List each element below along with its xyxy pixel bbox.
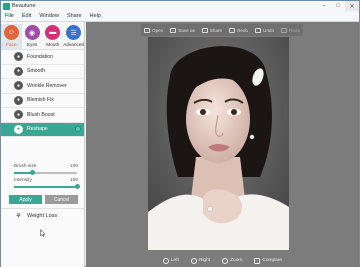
share-icon (201, 27, 208, 33)
close-icon[interactable]: ✕ (345, 1, 359, 11)
app-logo-icon (3, 2, 10, 10)
top-toolbar: Open Save as Share Redo Undo Redo (141, 24, 303, 36)
zoom-icon (222, 257, 229, 264)
zoom-button[interactable]: Zoom (222, 257, 243, 264)
brush-size-thumb[interactable] (30, 170, 36, 175)
tab-mouth[interactable]: ▬ Mouth (42, 24, 63, 50)
rotate-right-button[interactable]: Right (190, 257, 211, 264)
app-window: Beautune – □ ✕ File Edit Window Share He… (0, 0, 360, 267)
apply-button[interactable]: Apply (9, 195, 42, 204)
brush-size-label: Brush size (14, 164, 37, 169)
feature-wrinkle-remover[interactable]: ● Wrinkle Remover (1, 79, 84, 94)
redo-disabled-label: Redo (289, 27, 300, 33)
feature-smooth[interactable]: ● Smooth (1, 64, 84, 79)
menu-share[interactable]: Share (67, 13, 82, 19)
feature-label: Smooth (27, 68, 45, 75)
mode-tabs: ☺ Face ◉ Eyes ▬ Mouth ☰ Advanced (1, 22, 84, 50)
reshape-icon: ● (14, 124, 23, 134)
tab-advanced[interactable]: ☰ Advanced (63, 24, 84, 50)
intensity-slider[interactable] (14, 184, 80, 189)
feature-foundation[interactable]: ● Foundation (1, 50, 84, 65)
undo-button[interactable]: Undo (255, 27, 275, 33)
wrinkle-icon: ● (14, 81, 23, 91)
save-icon (170, 27, 177, 33)
intensity-thumb[interactable] (74, 184, 80, 189)
brush-size-slider-row: Brush size 100 (14, 164, 78, 175)
feature-label: Weight Loss (27, 213, 58, 219)
feature-label: Reshape (27, 126, 48, 133)
minimize-icon[interactable]: – (317, 1, 331, 11)
menu-help[interactable]: Help (90, 13, 101, 19)
redo-label: Redo (237, 27, 249, 33)
save-as-label: Save as (178, 27, 195, 33)
tab-face-label: Face (6, 42, 17, 47)
redo-icon (229, 27, 236, 33)
intensity-value: 100 (69, 178, 78, 183)
feature-label: Foundation (27, 53, 53, 60)
feature-weight-loss[interactable]: ⚘ Weight Loss (1, 209, 84, 223)
rotate-right-icon (190, 257, 197, 264)
face-icon: ☺ (3, 25, 19, 40)
tab-eyes[interactable]: ◉ Eyes (22, 24, 43, 50)
reshape-panel: Brush size 100 Intensity 100 Apply Cance… (1, 160, 84, 209)
open-label: Open (152, 27, 164, 33)
bottom-toolbar: Left Right Zoom Compare (86, 254, 359, 267)
window-title: Beautune (12, 3, 36, 9)
sliders-icon: ☰ (66, 25, 82, 40)
compare-icon (254, 257, 261, 264)
active-indicator-icon (75, 126, 81, 133)
open-icon (144, 27, 150, 33)
title-bar[interactable]: Beautune – □ ✕ (1, 1, 359, 11)
zoom-label: Zoom (230, 258, 243, 263)
share-button[interactable]: Share (201, 27, 223, 33)
eye-icon: ◉ (24, 25, 40, 40)
feature-blush-boost[interactable]: ● Blush Boost (1, 108, 84, 123)
brush-size-slider[interactable] (14, 170, 77, 175)
compare-button[interactable]: Compare (254, 257, 283, 264)
intensity-slider-row: Intensity 100 (14, 178, 80, 189)
portrait-photo[interactable] (148, 37, 289, 250)
rotate-left-icon (162, 257, 169, 264)
body-icon: ⚘ (15, 213, 22, 220)
smooth-icon: ● (14, 66, 23, 76)
cancel-button[interactable]: Cancel (45, 195, 78, 204)
redo-button[interactable]: Redo (229, 27, 249, 33)
undo-label: Undo (263, 27, 275, 33)
tab-advanced-label: Advanced (63, 42, 85, 47)
compare-label: Compare (262, 258, 283, 263)
foundation-icon: ● (14, 52, 23, 62)
feature-label: Wrinkle Remover (27, 82, 67, 89)
feature-blemish-fix[interactable]: ● Blemish Fix (1, 93, 84, 108)
rotate-left-label: Left (170, 258, 179, 263)
tab-eyes-label: Eyes (26, 42, 38, 47)
menu-window[interactable]: Window (39, 13, 59, 19)
canvas-area: Open Save as Share Redo Undo Redo Left R… (86, 22, 359, 267)
tab-face[interactable]: ☺ Face (1, 24, 22, 50)
rotate-left-button[interactable]: Left (162, 257, 179, 264)
menu-edit[interactable]: Edit (22, 13, 31, 19)
undo-icon (255, 27, 262, 33)
mouse-cursor-icon (40, 229, 46, 237)
feature-list: ● Foundation ● Smooth ● Wrinkle Remover … (1, 50, 84, 137)
share-label: Share (209, 27, 223, 33)
maximize-icon[interactable]: □ (331, 1, 345, 11)
feature-label: Blush Boost (27, 111, 55, 118)
lips-icon: ▬ (45, 25, 61, 40)
save-as-button[interactable]: Save as (170, 27, 195, 33)
intensity-label: Intensity (14, 178, 32, 183)
open-button[interactable]: Open (144, 27, 164, 33)
brush-size-value: 100 (69, 164, 78, 169)
tab-mouth-label: Mouth (46, 42, 60, 47)
redo-disabled-button[interactable]: Redo (281, 27, 300, 33)
menu-file[interactable]: File (5, 13, 14, 19)
rotate-right-label: Right (198, 258, 211, 263)
redo-icon (281, 27, 288, 33)
feature-reshape[interactable]: ● Reshape (1, 122, 84, 137)
blemish-icon: ● (14, 95, 23, 105)
menu-bar: File Edit Window Share Help (1, 11, 359, 22)
feature-label: Blemish Fix (27, 97, 54, 104)
blush-icon: ● (14, 110, 23, 120)
